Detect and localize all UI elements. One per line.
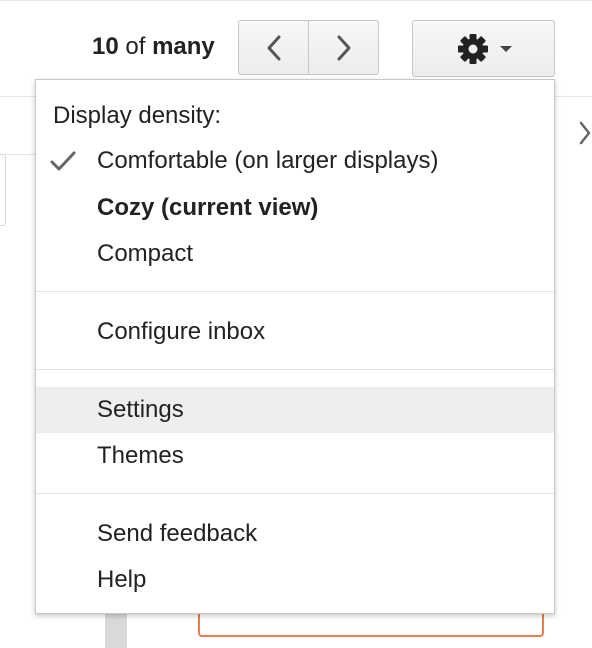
menu-item-label: Help <box>97 566 147 593</box>
left-panel-edge <box>0 154 6 226</box>
scrollbar-thumb[interactable] <box>105 612 127 648</box>
display-density-heading: Display density: <box>53 102 222 129</box>
pager-current: 10 <box>92 33 119 60</box>
menu-item-themes[interactable]: Themes <box>36 433 554 479</box>
pager-text: 10 of many <box>92 33 215 61</box>
menu-item-label: Themes <box>97 442 184 469</box>
menu-item-comfortable[interactable]: Comfortable (on larger displays) <box>36 138 554 184</box>
gear-icon <box>457 33 488 64</box>
menu-item-label: Cozy (current view) <box>97 194 319 221</box>
menu-item-send-feedback[interactable]: Send feedback <box>36 511 554 557</box>
menu-item-help[interactable]: Help <box>36 557 554 603</box>
chevron-right-icon <box>579 121 591 145</box>
menu-item-label: Send feedback <box>97 520 258 547</box>
top-divider <box>0 0 592 1</box>
chevron-left-icon <box>267 35 280 60</box>
menu-divider <box>36 493 554 494</box>
pager-separator: of <box>125 33 146 60</box>
menu-divider <box>36 369 554 370</box>
menu-item-label: Compact <box>97 240 194 267</box>
menu-item-label: Configure inbox <box>97 318 266 345</box>
menu-item-label: Comfortable (on larger displays) <box>97 147 439 174</box>
pager-total: many <box>152 33 215 60</box>
left-divider <box>0 154 40 155</box>
chevron-right-icon <box>337 35 350 60</box>
menu-divider <box>36 291 554 292</box>
menu-item-settings[interactable]: Settings <box>36 387 554 433</box>
pager-nav <box>238 20 379 75</box>
settings-menu: Display density: Comfortable (on larger … <box>35 79 555 614</box>
menu-item-configure-inbox[interactable]: Configure inbox <box>36 309 554 355</box>
newer-button[interactable] <box>308 21 378 74</box>
menu-item-compact[interactable]: Compact <box>36 231 554 277</box>
checkmark-icon <box>50 151 76 171</box>
menu-item-label: Settings <box>97 396 184 423</box>
older-button[interactable] <box>239 21 308 74</box>
settings-button[interactable] <box>412 20 555 77</box>
menu-item-cozy[interactable]: Cozy (current view) <box>36 185 554 231</box>
caret-down-icon <box>499 45 512 52</box>
